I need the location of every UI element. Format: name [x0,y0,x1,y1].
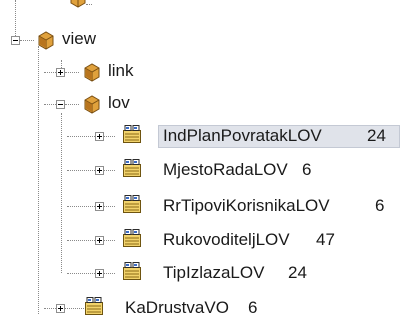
project-tree: view link lov IndPlanPovratakLOV 24 Mjes… [0,0,401,317]
expand-icon[interactable] [95,269,104,278]
tree-node-label: link [108,61,134,80]
package-icon [70,0,86,8]
tree-connector [38,46,39,314]
collapse-icon[interactable] [56,100,65,109]
tree-node-label: KaDrustvaVO [125,298,229,317]
tree-connector [67,240,115,241]
tree-node-label: view [62,29,97,48]
tree-connector [61,113,62,273]
view-object-icon [123,125,141,143]
tree-connector [20,40,34,41]
package-icon [38,31,54,50]
tree-connector [65,72,79,73]
tree-connector [44,72,56,73]
expand-icon[interactable] [95,166,104,175]
tree-connector [67,170,115,171]
tree-node-count: 6 [375,196,385,215]
view-object-icon [123,262,141,280]
view-object-icon [85,297,103,315]
expand-icon[interactable] [95,202,104,211]
tree-node-label: IndPlanPovratakLOV [163,126,322,145]
collapse-icon[interactable] [11,36,20,45]
tree-node-count: 24 [288,263,307,282]
package-icon [84,95,100,114]
tree-connector [86,4,92,5]
tree-node-count: 6 [248,298,258,317]
tree-node-label: lov [108,93,130,112]
expand-icon[interactable] [95,132,104,141]
tree-connector [67,206,115,207]
tree-node-label: MjestoRadaLOV [163,160,288,179]
tree-connector [67,273,115,274]
tree-node-count: 47 [316,230,335,249]
expand-icon[interactable] [95,236,104,245]
tree-node-label: TipIzlazaLOV [163,263,265,282]
tree-node-count: 6 [302,160,312,179]
tree-node-label: RukovoditeljLOV [163,230,290,249]
view-object-icon [123,195,141,213]
tree-connector [67,136,115,137]
expand-icon[interactable] [56,304,65,313]
package-icon [84,63,100,82]
view-object-icon [123,159,141,177]
tree-connector [44,104,56,105]
tree-node-count: 24 [367,126,386,145]
tree-connector [15,0,16,36]
tree-node-label: RrTipoviKorisnikaLOV [163,196,330,215]
tree-connector [65,104,79,105]
view-object-icon [123,229,141,247]
expand-icon[interactable] [56,68,65,77]
